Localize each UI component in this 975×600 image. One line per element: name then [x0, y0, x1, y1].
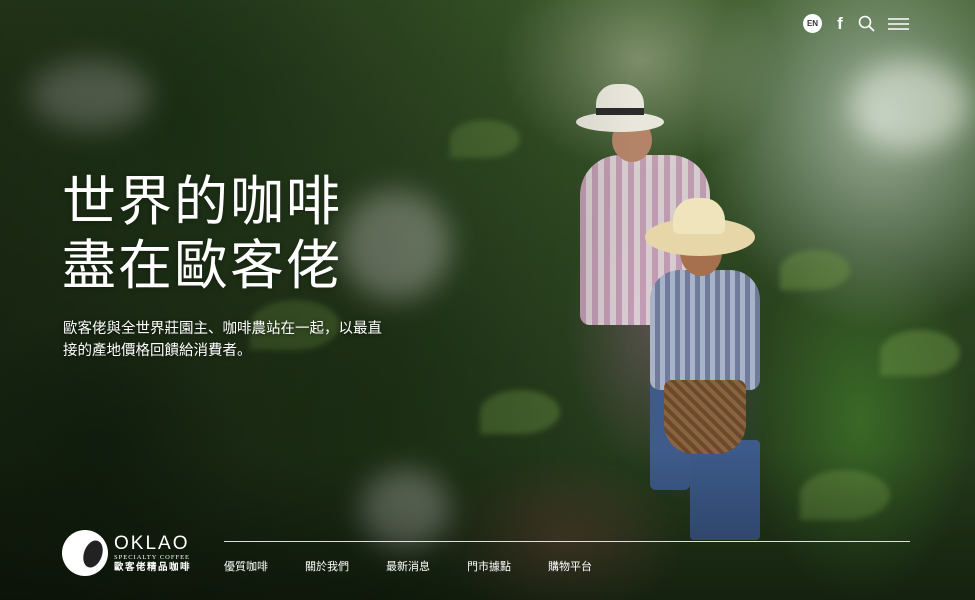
nav-item-stores[interactable]: 門市據點: [467, 558, 511, 574]
nav-divider: [224, 541, 910, 542]
logo-chinese-name: 歐客佬精品咖啡: [114, 562, 192, 573]
hero-overlay: [0, 0, 975, 600]
logo-mark-icon: [62, 530, 108, 576]
hero-subtitle: 歐客佬與全世界莊園主、咖啡農站在一起，以最直接的產地價格回饋給消費者。: [63, 321, 382, 359]
logo-tagline: SPECIALTY COFFEE: [114, 553, 191, 561]
nav-item-coffee[interactable]: 優質咖啡: [224, 558, 268, 574]
header-utility-bar: EN f: [803, 14, 909, 33]
headline-line-2: 盡在歐客佬: [62, 234, 342, 297]
nav-item-shop[interactable]: 購物平台: [548, 558, 592, 574]
facebook-icon[interactable]: f: [835, 14, 845, 33]
language-icon[interactable]: EN: [803, 14, 822, 33]
logo-text: OKLAO SPECIALTY COFFEE 歐客佬精品咖啡: [114, 534, 191, 573]
brand-logo[interactable]: OKLAO SPECIALTY COFFEE 歐客佬精品咖啡: [62, 530, 191, 576]
hero-headline: 世界的咖啡 盡在歐客佬: [62, 170, 342, 298]
menu-icon[interactable]: [888, 17, 909, 31]
nav-item-about[interactable]: 關於我們: [305, 558, 349, 574]
search-icon[interactable]: [858, 15, 875, 32]
main-nav: 優質咖啡 關於我們 最新消息 門市據點 購物平台: [224, 558, 592, 574]
headline-line-1: 世界的咖啡: [62, 170, 342, 233]
nav-item-news[interactable]: 最新消息: [386, 558, 430, 574]
logo-brand: OKLAO: [114, 532, 190, 554]
